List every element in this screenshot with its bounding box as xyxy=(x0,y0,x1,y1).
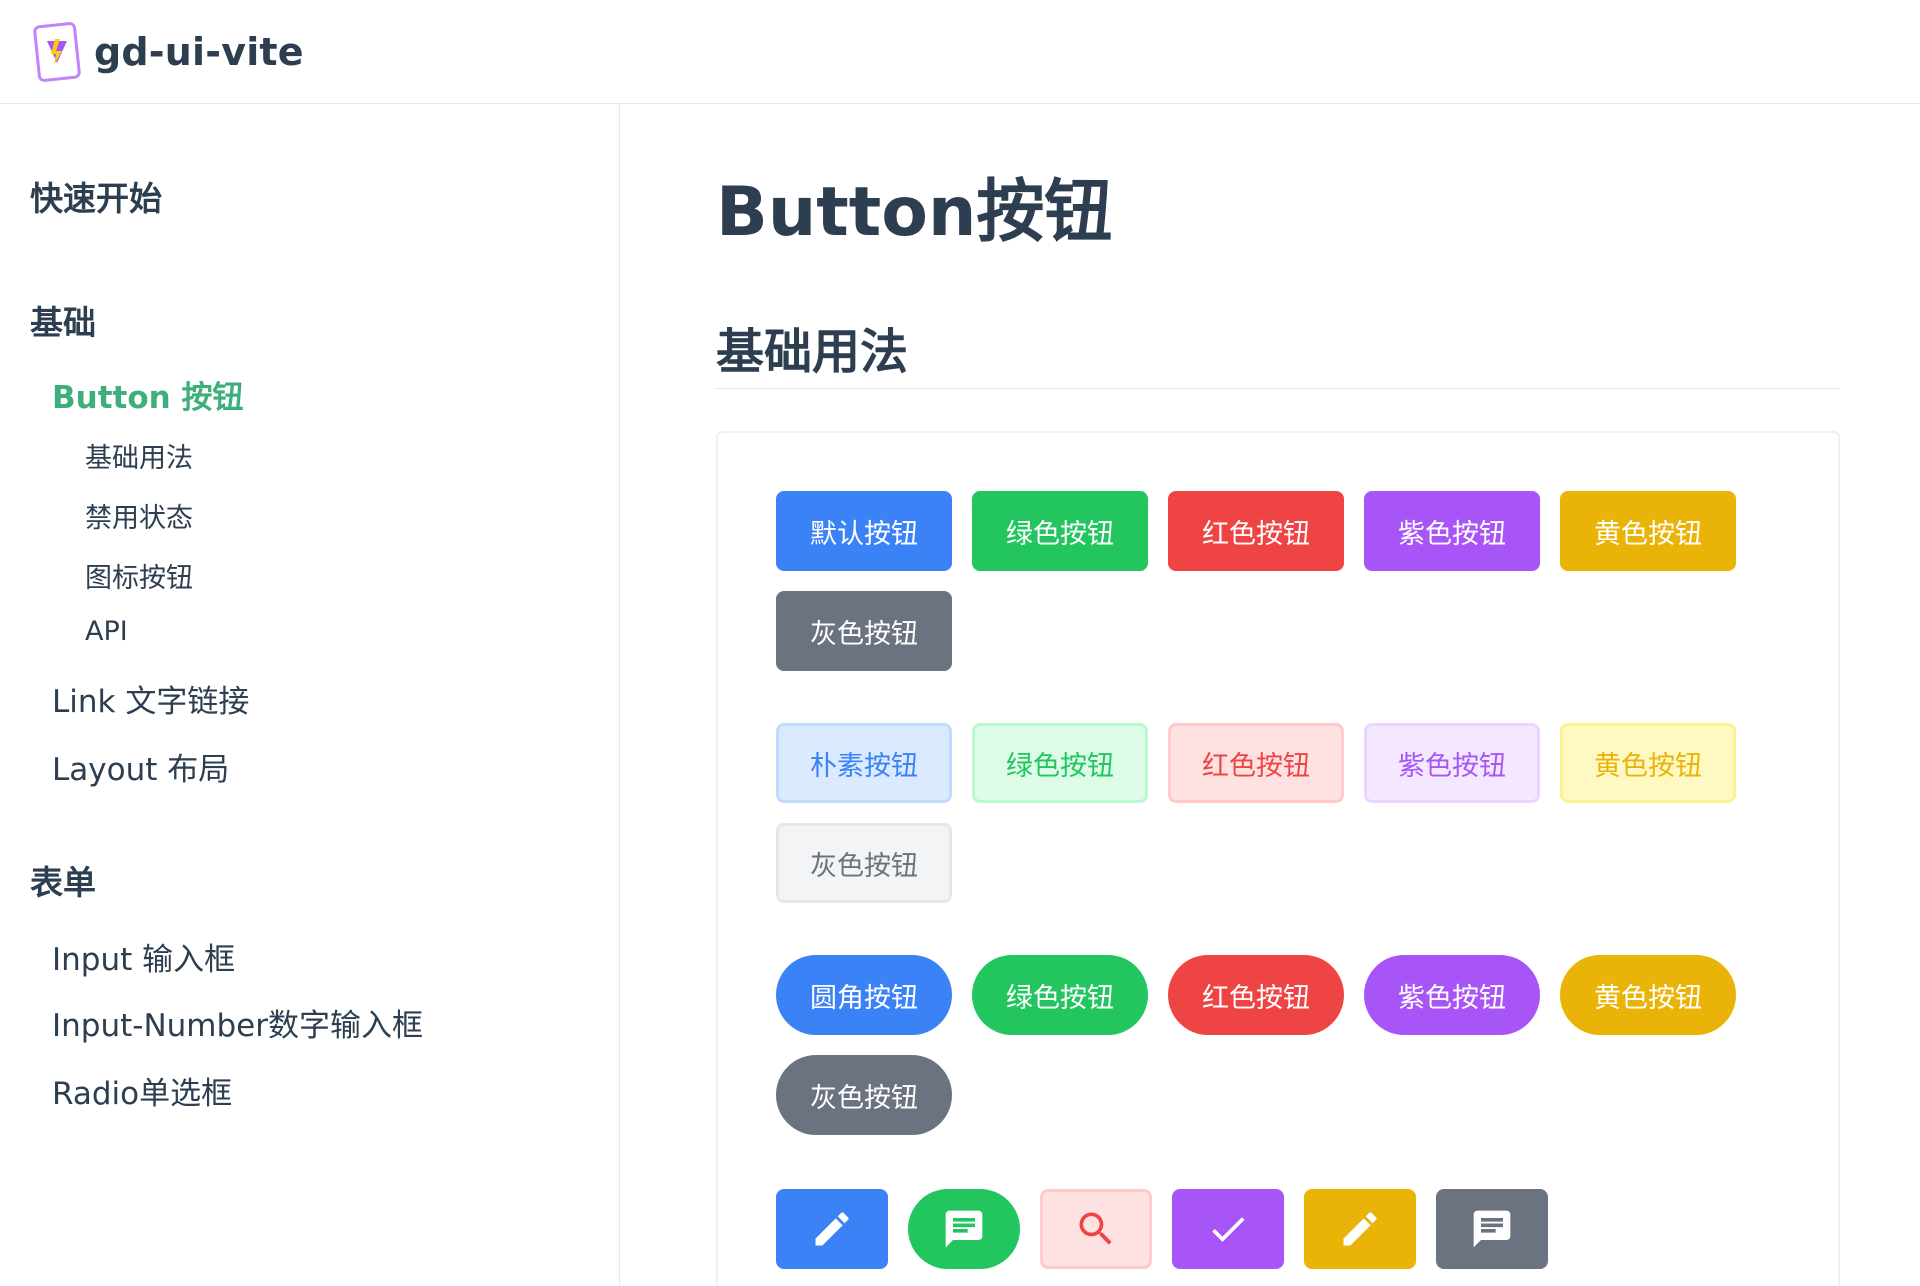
plain-green-button[interactable]: 绿色按钮 xyxy=(972,723,1148,803)
demo-block: 默认按钮 绿色按钮 红色按钮 紫色按钮 黄色按钮 灰色按钮 朴素按钮 绿色按钮 … xyxy=(716,431,1840,1286)
message-icon xyxy=(945,1210,983,1248)
vite-logo-icon[interactable] xyxy=(32,21,82,83)
search-icon xyxy=(1079,1212,1112,1245)
sidebar-item-input[interactable]: Input 输入框 xyxy=(52,934,235,979)
gray-button[interactable]: 灰色按钮 xyxy=(776,591,952,671)
message-icon-button-gray[interactable] xyxy=(1436,1189,1548,1269)
sidebar-item-layout[interactable]: Layout 布局 xyxy=(52,744,229,789)
sidebar-item-input-number[interactable]: Input-Number数字输入框 xyxy=(52,1000,423,1045)
plain-button-row-2: 灰色按钮 xyxy=(776,823,952,903)
section-title: 基础用法 xyxy=(716,324,909,380)
solid-button-row: 默认按钮 绿色按钮 红色按钮 紫色按钮 黄色按钮 xyxy=(776,491,1736,571)
round-button-row-2: 灰色按钮 xyxy=(776,1055,952,1135)
round-button-row: 圆角按钮 绿色按钮 红色按钮 紫色按钮 黄色按钮 xyxy=(776,955,1736,1035)
search-icon-button[interactable] xyxy=(1040,1189,1152,1269)
purple-button[interactable]: 紫色按钮 xyxy=(1364,491,1540,571)
check-icon xyxy=(1212,1217,1245,1242)
sidebar-sub-basic-usage[interactable]: 基础用法 xyxy=(85,436,193,475)
top-navbar: gd-ui-vite xyxy=(0,0,1920,104)
sidebar-item-radio[interactable]: Radio单选框 xyxy=(52,1068,232,1113)
edit-icon-button-yellow[interactable] xyxy=(1304,1189,1416,1269)
icon-button-row xyxy=(776,1189,1548,1269)
round-yellow-button[interactable]: 黄色按钮 xyxy=(1560,955,1736,1035)
plain-gray-button[interactable]: 灰色按钮 xyxy=(776,823,952,903)
main-content: Button按钮 基础用法 默认按钮 绿色按钮 红色按钮 紫色按钮 黄色按钮 灰… xyxy=(620,104,1920,1286)
round-button[interactable]: 圆角按钮 xyxy=(776,955,952,1035)
plain-button[interactable]: 朴素按钮 xyxy=(776,723,952,803)
plain-red-button[interactable]: 红色按钮 xyxy=(1168,723,1344,803)
pencil-icon xyxy=(815,1212,849,1246)
message-icon xyxy=(1473,1210,1511,1248)
edit-icon-button[interactable] xyxy=(776,1189,888,1269)
sidebar-sub-icon-button[interactable]: 图标按钮 xyxy=(85,556,193,595)
round-red-button[interactable]: 红色按钮 xyxy=(1168,955,1344,1035)
section-divider xyxy=(716,388,1840,389)
sidebar-sub-disabled[interactable]: 禁用状态 xyxy=(85,496,193,535)
sidebar-item-button[interactable]: Button 按钮 xyxy=(52,372,244,417)
round-gray-button[interactable]: 灰色按钮 xyxy=(776,1055,952,1135)
message-icon-button[interactable] xyxy=(908,1189,1020,1269)
sidebar: 快速开始 基础 Button 按钮 基础用法 禁用状态 图标按钮 API Lin… xyxy=(0,104,620,1286)
green-button[interactable]: 绿色按钮 xyxy=(972,491,1148,571)
round-green-button[interactable]: 绿色按钮 xyxy=(972,955,1148,1035)
sidebar-group-form: 表单 xyxy=(30,863,96,902)
pencil-icon xyxy=(1343,1212,1377,1246)
round-purple-button[interactable]: 紫色按钮 xyxy=(1364,955,1540,1035)
page-title: Button按钮 xyxy=(716,173,1113,252)
plain-button-row: 朴素按钮 绿色按钮 红色按钮 紫色按钮 黄色按钮 xyxy=(776,723,1736,803)
sidebar-item-quickstart[interactable]: 快速开始 xyxy=(30,172,162,220)
site-title[interactable]: gd-ui-vite xyxy=(94,30,304,74)
red-button[interactable]: 红色按钮 xyxy=(1168,491,1344,571)
plain-yellow-button[interactable]: 黄色按钮 xyxy=(1560,723,1736,803)
sidebar-item-link[interactable]: Link 文字链接 xyxy=(52,676,249,721)
sidebar-group-basic: 基础 xyxy=(30,303,96,342)
check-icon-button[interactable] xyxy=(1172,1189,1284,1269)
solid-button-row-2: 灰色按钮 xyxy=(776,591,952,671)
yellow-button[interactable]: 黄色按钮 xyxy=(1560,491,1736,571)
default-button[interactable]: 默认按钮 xyxy=(776,491,952,571)
plain-purple-button[interactable]: 紫色按钮 xyxy=(1364,723,1540,803)
sidebar-sub-api[interactable]: API xyxy=(85,616,128,647)
